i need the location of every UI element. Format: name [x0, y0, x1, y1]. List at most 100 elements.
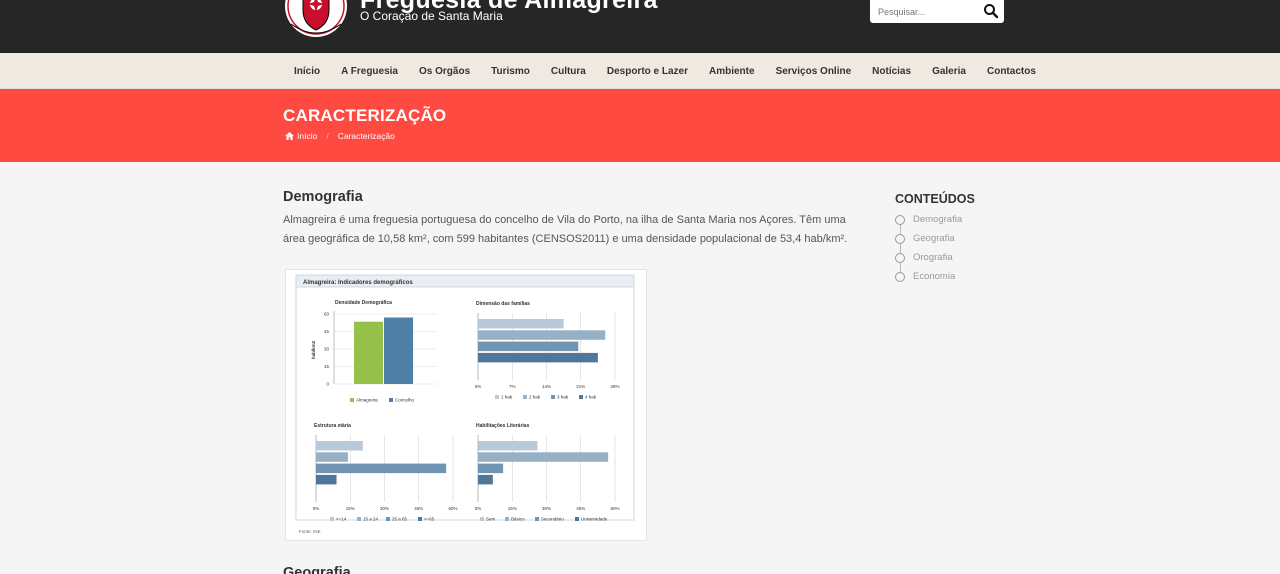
tick-label: 60 [324, 312, 330, 317]
legend-swatch [505, 517, 509, 521]
home-icon [285, 132, 294, 140]
site-logo[interactable] [283, 0, 349, 38]
nav-item-noticias[interactable]: Notícias [862, 66, 922, 77]
tick-label: 28% [610, 384, 619, 389]
tick-label: 0% [313, 506, 320, 511]
breadcrumb: Início / Caracterização [285, 131, 395, 141]
legend-swatch [575, 517, 579, 521]
nav-item-a-freguesia[interactable]: A Freguesia [331, 66, 409, 77]
tick-label: 15% [346, 506, 355, 511]
bar-1 [478, 452, 609, 462]
tick-label: 45 [324, 329, 330, 334]
legend-label: 3 hab [557, 395, 569, 400]
nav-item-desporto-lazer[interactable]: Desporto e Lazer [596, 66, 698, 77]
bar-2 [478, 341, 579, 352]
toc-item-orografia[interactable]: Orografia [895, 251, 962, 270]
legend-label: 1 hab [501, 395, 513, 400]
bar-almagreira [354, 321, 383, 384]
coat-of-arms-icon [285, 0, 347, 37]
bar-2 [316, 463, 447, 474]
search-input[interactable] [878, 4, 978, 19]
toc-item-economia[interactable]: Economia [895, 270, 962, 289]
nav-item-galeria[interactable]: Galeria [922, 66, 977, 77]
tick-label: 0% [475, 506, 482, 511]
bar-3 [316, 474, 337, 485]
nav-item-inicio[interactable]: Início [284, 66, 331, 77]
legend-swatch [480, 517, 484, 521]
nav-item-turismo[interactable]: Turismo [481, 66, 541, 77]
nav-item-cultura[interactable]: Cultura [540, 66, 596, 77]
search-icon[interactable] [983, 2, 999, 20]
tick-label: 60% [610, 506, 619, 511]
legend-label: 2 hab [529, 395, 541, 400]
main-nav: Início A Freguesia Os Orgãos Turismo Cul… [0, 53, 1280, 89]
tick-label: 45% [576, 506, 585, 511]
circle-icon [895, 253, 905, 263]
legend-swatch [330, 517, 334, 521]
tick-label: 14% [542, 384, 551, 389]
demografia-paragraph: Almagreira é uma freguesia portuguesa do… [283, 214, 848, 245]
nav-item-contactos[interactable]: Contactos [976, 66, 1046, 77]
toc-label: Orografia [913, 252, 953, 263]
legend-swatch [389, 398, 393, 402]
bar-3 [478, 474, 493, 485]
legend-swatch [357, 517, 361, 521]
tick-label: 30% [380, 506, 389, 511]
circle-icon [895, 215, 905, 225]
y-axis-label: hab/km2 [311, 340, 316, 359]
toc-label: Demografia [913, 214, 963, 225]
legend-label: Sem [486, 517, 496, 522]
top-header: Freguesia de Almagreira O Coração de San… [0, 0, 1280, 53]
chart-title: Estrutura etária [314, 423, 351, 429]
nav-item-os-orgaos[interactable]: Os Orgãos [409, 66, 481, 77]
bar-1 [478, 330, 606, 340]
bar-2 [478, 463, 504, 474]
chart-panel-title: Almagreira: Indicadores demográficos [303, 280, 413, 286]
toc-label: Economia [913, 271, 956, 282]
legend-swatch [523, 395, 527, 399]
legend-label: 4 hab [585, 395, 597, 400]
legend-swatch [350, 398, 354, 402]
tick-label: 15% [508, 506, 517, 511]
toc-label: Geografia [913, 233, 955, 244]
bar-0 [478, 441, 538, 451]
page-title: CARACTERIZAÇÃO [283, 106, 447, 125]
search-box [870, 0, 1004, 23]
chart-source: Fonte: INE [299, 529, 321, 534]
sidebar-title: CONTEÚDOS [895, 192, 975, 206]
legend-swatch [535, 517, 539, 521]
legend-label: Concelho [395, 398, 415, 403]
nav-item-servicos-online[interactable]: Serviços Online [765, 66, 862, 77]
toc-item-demografia[interactable]: Demografia [895, 213, 962, 232]
page-banner: CARACTERIZAÇÃO Início / Caracterização [0, 89, 1280, 162]
breadcrumb-separator: / [326, 131, 329, 141]
bar-3 [478, 352, 598, 363]
legend-swatch [386, 517, 390, 521]
chart-title: Dimensão das famílias [476, 301, 530, 307]
tick-label: 7% [509, 384, 516, 389]
legend-label: <=14 [336, 517, 347, 522]
legend-swatch [551, 395, 555, 399]
breadcrumb-home[interactable]: Início [297, 131, 317, 141]
legend-label: 25 a 65 [392, 517, 408, 522]
tick-label: 30% [542, 506, 551, 511]
toc-item-geografia[interactable]: Geografia [895, 232, 962, 251]
bar-0 [478, 319, 564, 329]
circle-icon [895, 272, 905, 282]
section-title-demografia: Demografia [283, 189, 363, 205]
tick-label: 30 [324, 347, 330, 352]
tick-label: 15 [324, 364, 330, 369]
chart-panel-frame [295, 274, 635, 521]
legend-swatch [579, 395, 583, 399]
legend-label: Básico [511, 517, 525, 522]
section-title-geografia: Geografia [283, 565, 351, 574]
legend-label: Universidade [581, 517, 608, 522]
legend-label: 15 a 24 [363, 517, 379, 522]
legend-label: Secundário [541, 517, 564, 522]
circle-icon [895, 234, 905, 244]
breadcrumb-current: Caracterização [337, 131, 395, 141]
legend-swatch [495, 395, 499, 399]
bar-concelho [384, 317, 413, 384]
nav-item-ambiente[interactable]: Ambiente [699, 66, 766, 77]
tick-label: 45% [414, 506, 423, 511]
